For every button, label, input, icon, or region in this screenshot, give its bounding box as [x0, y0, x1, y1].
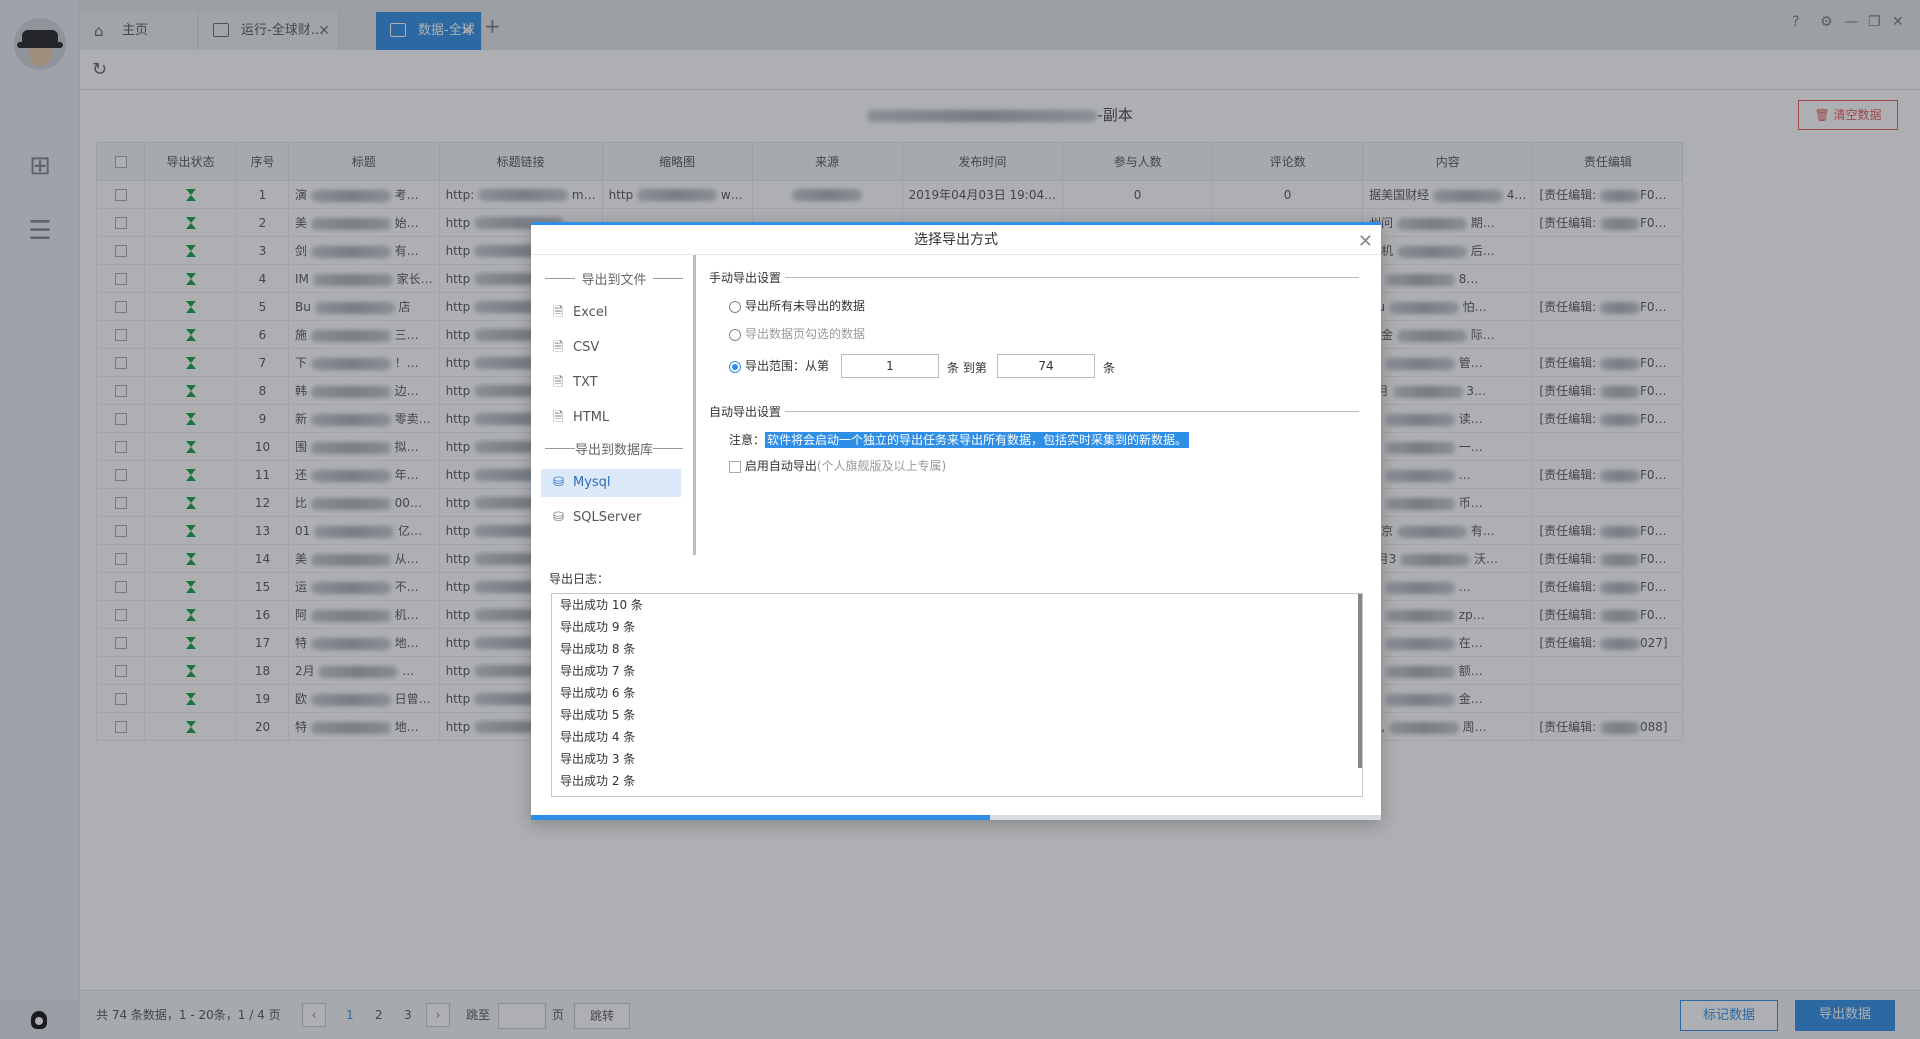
file-icon: 🗎 — [553, 340, 564, 355]
range-mid-label: 条 到第 — [947, 361, 987, 375]
log-line: 导出成功 4 条 — [560, 730, 636, 744]
range-from-input[interactable]: 1 — [841, 354, 939, 378]
log-label: 导出日志： — [549, 572, 610, 586]
export-progress-bar — [531, 815, 1381, 820]
export-log[interactable]: 导出成功 10 条导出成功 9 条导出成功 8 条导出成功 7 条导出成功 6 … — [551, 593, 1363, 797]
radio-button-selected[interactable] — [729, 360, 741, 373]
database-icon: ⛁ — [553, 475, 564, 490]
file-icon: 🗎 — [553, 375, 564, 390]
log-line: 导出成功 10 条 — [560, 598, 643, 612]
export-txt[interactable]: 🗎 TXT — [541, 369, 681, 397]
export-csv[interactable]: 🗎 CSV — [541, 334, 681, 362]
file-section-label: 导出到文件 — [541, 269, 687, 288]
log-line: 导出成功 2 条 — [560, 774, 636, 788]
export-target-list: 导出到文件 🗎 Excel 🗎 CSV 🗎 TXT 🗎 HTML 导出到数据库 ⛁ Mys… — [531, 255, 696, 555]
option-export-range[interactable]: 导出范围：从第 — [729, 357, 829, 375]
log-line: 导出成功 7 条 — [560, 664, 636, 678]
radio-button[interactable] — [729, 328, 741, 341]
dialog-title: 选择导出方式 ✕ — [531, 225, 1381, 255]
auto-export-toggle[interactable]: 启用自动导出(个人旗舰版及以上专属) — [729, 457, 946, 474]
auto-export-checkbox[interactable] — [729, 460, 741, 473]
log-line: 导出成功 9 条 — [560, 620, 636, 634]
option-export-all[interactable]: 导出所有未导出的数据 — [729, 297, 865, 315]
close-icon[interactable]: ✕ — [1358, 227, 1373, 257]
export-html[interactable]: 🗎 HTML — [541, 404, 681, 432]
file-icon: 🗎 — [553, 410, 564, 425]
log-line: 导出成功 6 条 — [560, 686, 636, 700]
log-line: 导出成功 3 条 — [560, 752, 636, 766]
log-line: 导出成功 5 条 — [560, 708, 636, 722]
database-icon: ⛁ — [553, 510, 564, 525]
log-line: 导出成功 8 条 — [560, 642, 636, 656]
log-scrollbar[interactable] — [1358, 594, 1362, 768]
export-mysql[interactable]: ⛁ Mysql — [541, 469, 681, 497]
file-icon: 🗎 — [553, 305, 564, 320]
option-export-checked[interactable]: 导出数据页勾选的数据 — [729, 325, 865, 343]
export-excel[interactable]: 🗎 Excel — [541, 299, 681, 327]
export-dialog: 选择导出方式 ✕ 导出到文件 🗎 Excel 🗎 CSV 🗎 TXT 🗎 HTML 导出… — [531, 222, 1381, 820]
range-to-input[interactable]: 74 — [997, 354, 1095, 378]
db-section-label: 导出到数据库 — [541, 439, 687, 458]
auto-export-note: 注意： 软件将会启动一个独立的导出任务来导出所有数据，包括实时采集到的新数据。 — [729, 432, 1190, 448]
radio-button[interactable] — [729, 300, 741, 313]
auto-export-heading: 自动导出设置 — [709, 403, 1359, 420]
range-end-label: 条 — [1103, 361, 1116, 375]
manual-export-heading: 手动导出设置 — [709, 269, 1359, 286]
export-sqlserver[interactable]: ⛁ SQLServer — [541, 504, 681, 532]
note-text: 软件将会启动一个独立的导出任务来导出所有数据，包括实时采集到的新数据。 — [765, 432, 1190, 448]
